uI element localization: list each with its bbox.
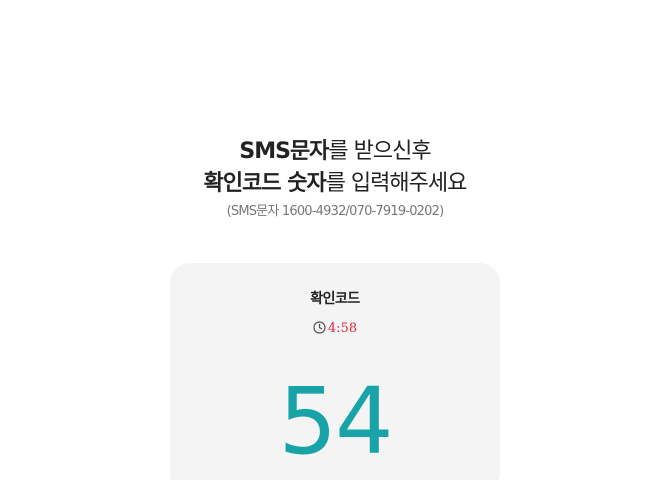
sms-number-info: (SMS문자 1600-4932/070-7919-0202) (226, 204, 445, 219)
card-title: 확인코드 (310, 291, 360, 307)
instruction-line-1: SMS문자를 받으신후 (0, 137, 670, 167)
page: SMS문자를 받으신후 확인코드 숫자를 입력해주세요 (SMS문자 1600-… (0, 0, 670, 480)
instruction-line-1-bold: SMS문자 (239, 139, 329, 164)
verification-code: 54 (278, 368, 393, 475)
clock-icon (313, 321, 326, 334)
instruction-line-2-rest: 를 입력해주세요 (325, 171, 468, 196)
instruction-line-1-rest: 를 받으신후 (328, 139, 431, 164)
verification-card: 확인코드 4:58 54 (170, 263, 500, 480)
timer-value: 4:58 (327, 321, 358, 336)
countdown-timer: 4:58 (170, 320, 500, 338)
instruction-line-2: 확인코드 숫자를 입력해주세요 (0, 169, 670, 199)
instruction-line-2-bold: 확인코드 숫자 (203, 171, 327, 196)
